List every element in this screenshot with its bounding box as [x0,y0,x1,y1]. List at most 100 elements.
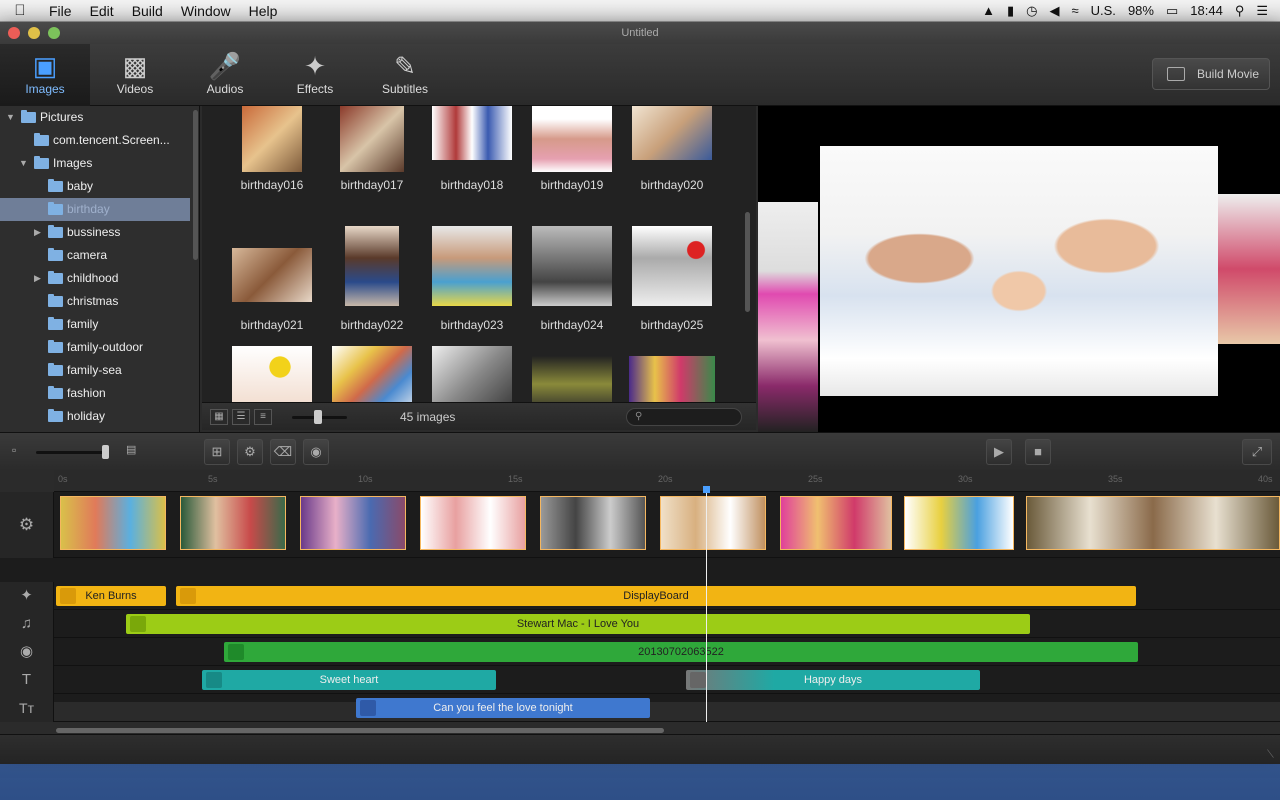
apple-icon[interactable]:  [0,2,40,19]
battery-indicator-icon[interactable]: ▮ [1007,3,1014,19]
timeline-zoom-slider[interactable] [36,451,108,454]
tree-item-bussiness[interactable]: ▶ bussiness [0,221,190,244]
thumbnail[interactable]: birthday024 [522,226,622,338]
thumbnail-image[interactable] [432,226,512,306]
minimize-button[interactable] [28,27,40,39]
disclosure-closed-icon[interactable]: ▶ [34,221,41,244]
thumbnail[interactable]: birthday017 [322,106,422,218]
subtitle-clip-happy-days[interactable]: Happy days [686,670,980,690]
subtitle-clip-sweet-heart[interactable]: Sweet heart [202,670,496,690]
menu-file[interactable]: File [40,3,81,19]
thumbnail[interactable] [622,356,722,402]
timeline-zoom-knob[interactable] [102,445,109,459]
list-menu-icon[interactable]: ☰ [1256,3,1268,19]
menu-help[interactable]: Help [240,3,287,19]
grid-scrollbar[interactable] [745,212,750,312]
tree-item-christmas[interactable]: christmas [0,290,190,313]
tree-item-com-tencent[interactable]: com.tencent.Screen... [0,129,190,152]
image-clip[interactable] [660,496,766,550]
search-input[interactable]: ⚲ [626,408,742,426]
thumbnail-image[interactable] [332,346,412,402]
thumbnail-image[interactable] [532,226,612,306]
thumbnail[interactable]: birthday023 [422,226,522,338]
thumbnail[interactable] [422,346,522,402]
zoom-button[interactable] [48,27,60,39]
image-clip[interactable] [904,496,1014,550]
tree-item-pictures[interactable]: ▼ Pictures [0,106,190,129]
image-clip[interactable] [540,496,646,550]
thumbnail-image[interactable] [232,346,312,402]
thumbnail-image[interactable] [232,248,312,302]
battery-icon[interactable]: ▭ [1166,3,1178,19]
thumbnail[interactable] [222,346,322,402]
wifi-icon[interactable]: ≈ [1072,3,1079,18]
voice-clip[interactable]: 20130702063522 [224,642,1138,662]
settings-button[interactable]: ⚙ [237,439,263,465]
play-button[interactable]: ▶ [986,439,1012,465]
list-view-icon[interactable]: ☰ [232,409,250,425]
thumbnail[interactable]: birthday021 [222,226,322,338]
battery-percent[interactable]: 98% [1128,3,1154,18]
tree-item-family-sea[interactable]: family-sea [0,359,190,382]
menu-window[interactable]: Window [172,3,240,19]
disclosure-open-icon[interactable]: ▼ [6,106,15,129]
music-clip[interactable]: Stewart Mac - I Love You [126,614,1030,634]
volume-icon[interactable]: ◀ [1050,3,1060,19]
tab-videos[interactable]: ▩ Videos [90,44,180,106]
thumbnail-image[interactable] [629,356,715,402]
disclosure-open-icon[interactable]: ▼ [19,152,28,175]
thumbnail[interactable] [322,346,422,402]
thumbnail-image[interactable] [432,346,512,402]
effect-clip-ken-burns[interactable]: Ken Burns [56,586,166,606]
tree-item-baby[interactable]: baby [0,175,190,198]
record-voice-button[interactable]: ◉ [303,439,329,465]
tab-images[interactable]: ▣ Images [0,44,90,106]
timeline-scrollbar[interactable] [56,728,664,733]
image-clip[interactable] [780,496,892,550]
stop-button[interactable]: ■ [1025,439,1051,465]
thumbnail[interactable]: birthday019 [522,106,622,218]
close-button[interactable] [8,27,20,39]
spotlight-search-icon[interactable]: ⚲ [1235,3,1245,19]
tree-item-childhood[interactable]: ▶ childhood [0,267,190,290]
grid-view-icon[interactable]: ▦ [210,409,228,425]
tab-audios[interactable]: 🎤 Audios [180,44,270,106]
thumbnail[interactable]: birthday016 [222,106,322,218]
zoom-in-icon[interactable]: ▤ [126,443,136,456]
image-clip[interactable] [60,496,166,550]
build-movie-button[interactable]: Build Movie [1152,58,1270,90]
tree-item-fashion[interactable]: fashion [0,382,190,405]
tree-item-camera[interactable]: camera [0,244,190,267]
timeline-ruler[interactable]: 0s 5s 10s 15s 20s 25s 30s 35s 40s [54,470,1280,492]
image-clip[interactable] [1026,496,1280,550]
image-clip[interactable] [180,496,286,550]
time-machine-icon[interactable]: ◷ [1026,3,1037,19]
thumbnail[interactable] [522,356,622,402]
clock[interactable]: 18:44 [1190,3,1223,18]
thumbnail-image[interactable] [340,106,404,172]
zoom-out-icon[interactable]: ▫ [12,443,16,457]
image-clip[interactable] [300,496,406,550]
thumbnail-size-knob[interactable] [314,410,322,424]
fullscreen-button[interactable]: ⤢ [1242,439,1272,465]
thumbnail-image[interactable] [632,106,712,160]
notification-icon[interactable]: ▲ [982,3,995,18]
tree-item-family-outdoor[interactable]: family-outdoor [0,336,190,359]
detail-view-icon[interactable]: ≡ [254,409,272,425]
thumbnail-image[interactable] [532,356,612,402]
thumbnail-image[interactable] [242,106,302,172]
image-clip[interactable] [420,496,526,550]
effect-clip-displayboard[interactable]: DisplayBoard [176,586,1136,606]
crop-button[interactable]: ⊞ [204,439,230,465]
thumbnail-image[interactable] [632,226,712,306]
thumbnail[interactable]: birthday018 [422,106,522,218]
thumbnail[interactable]: birthday025 [622,226,722,338]
thumbnail-image[interactable] [345,226,399,306]
tree-item-family[interactable]: family [0,313,190,336]
menu-build[interactable]: Build [123,3,172,19]
menu-edit[interactable]: Edit [81,3,123,19]
thumbnail[interactable]: birthday022 [322,226,422,338]
disclosure-closed-icon[interactable]: ▶ [34,267,41,290]
input-source[interactable]: U.S. [1091,3,1116,18]
thumbnail[interactable]: birthday020 [622,106,722,218]
